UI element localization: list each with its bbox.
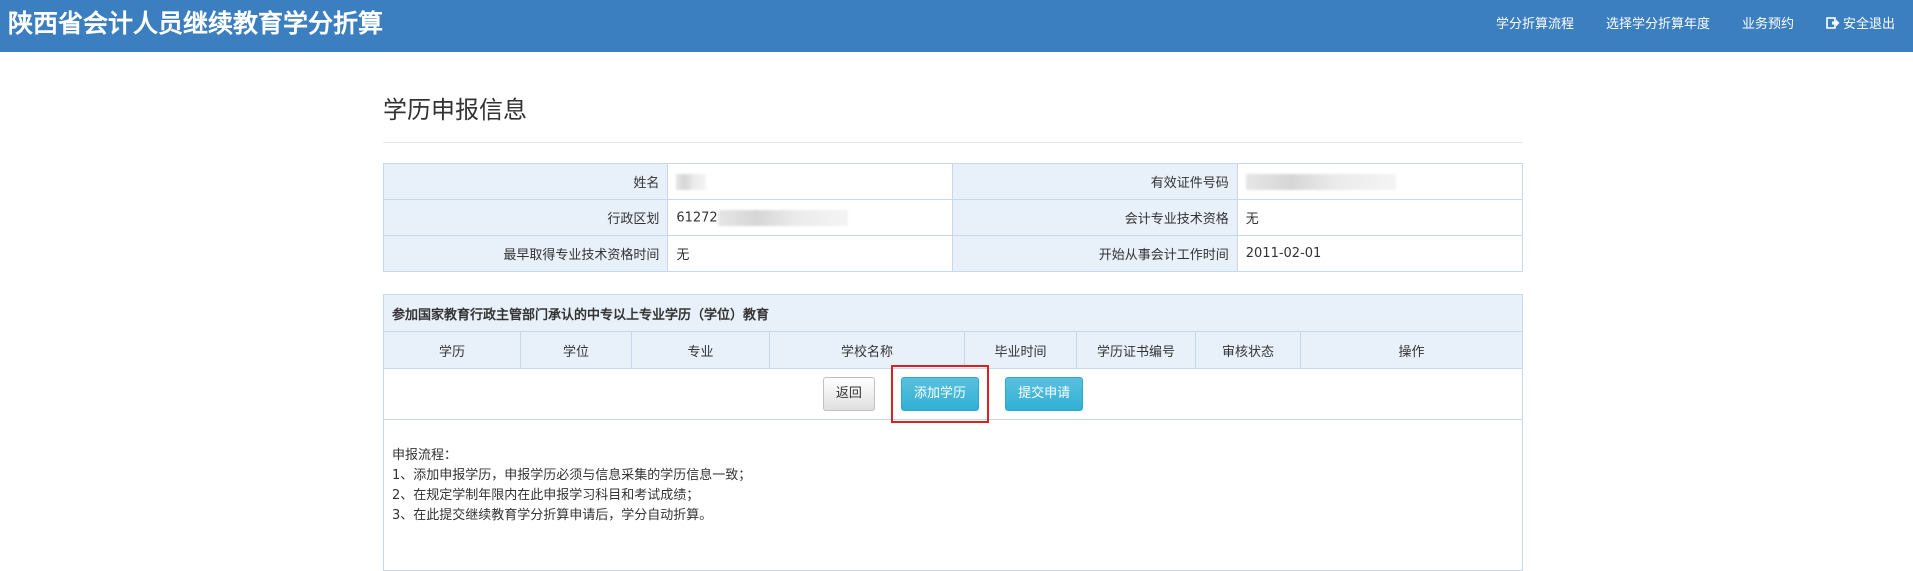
- id-number-value: [1236, 163, 1524, 200]
- button-row: 返回 添加学历 提交申请: [383, 365, 1523, 423]
- region-label: 行政区划: [382, 199, 669, 236]
- personal-info-table: 姓名 有效证件号码 行政区划 61272 会计专业技术资格 无 最早取得专业技术…: [382, 163, 1524, 272]
- region-code: 61272: [676, 210, 718, 225]
- top-navbar: 陕西省会计人员继续教育学分折算 学分折算流程 选择学分折算年度 业务预约 安全退…: [0, 0, 1913, 52]
- add-education-button[interactable]: 添加学历: [900, 377, 979, 411]
- submit-application-button[interactable]: 提交申请: [1005, 377, 1084, 411]
- col-graduation-time: 毕业时间: [964, 331, 1077, 369]
- earliest-qualification-time-label: 最早取得专业技术资格时间: [382, 235, 669, 272]
- earliest-qualification-time-value: 无: [667, 235, 954, 272]
- col-degree: 学位: [520, 331, 632, 369]
- education-table: 参加国家教育行政主管部门承认的中专以上专业学历（学位）教育 学历 学位 专业 学…: [383, 294, 1523, 571]
- back-button[interactable]: 返回: [822, 377, 875, 411]
- redacted-id-number: [1245, 173, 1396, 190]
- education-header-row: 学历 学位 专业 学校名称 毕业时间 学历证书编号 审核状态 操作: [383, 331, 1523, 369]
- start-work-time-label: 开始从事会计工作时间: [952, 235, 1238, 272]
- nav-select-year[interactable]: 选择学分折算年度: [1606, 13, 1710, 32]
- title-divider: [383, 142, 1523, 143]
- name-value: [667, 163, 954, 200]
- nav-links: 学分折算流程 选择学分折算年度 业务预约 安全退出: [1464, 0, 1895, 45]
- nav-credit-process[interactable]: 学分折算流程: [1496, 13, 1574, 32]
- col-major: 专业: [631, 331, 770, 369]
- qualification-label: 会计专业技术资格: [952, 199, 1238, 236]
- notes-step-1: 1、添加申报学历，申报学历必须与信息采集的学历信息一致；: [392, 468, 752, 483]
- info-row: 最早取得专业技术资格时间 无 开始从事会计工作时间 2011-02-01: [382, 235, 1524, 272]
- info-row: 行政区划 61272 会计专业技术资格 无: [382, 199, 1524, 236]
- id-number-label: 有效证件号码: [952, 163, 1238, 200]
- col-review-status: 审核状态: [1195, 331, 1301, 369]
- notes-step-3: 3、在此提交继续教育学分折算申请后，学分自动折算。: [392, 508, 713, 523]
- col-actions: 操作: [1300, 331, 1523, 369]
- app-title: 陕西省会计人员继续教育学分折算: [8, 9, 384, 38]
- col-degree-level: 学历: [383, 331, 521, 369]
- info-row: 姓名 有效证件号码: [382, 163, 1524, 200]
- region-value: 61272: [667, 199, 954, 236]
- education-caption: 参加国家教育行政主管部门承认的中专以上专业学历（学位）教育: [383, 294, 1523, 332]
- start-work-time-value: 2011-02-01: [1236, 235, 1524, 272]
- nav-appointment[interactable]: 业务预约: [1742, 13, 1794, 32]
- col-school-name: 学校名称: [769, 331, 965, 369]
- process-notes: 申报流程： 1、添加申报学历，申报学历必须与信息采集的学历信息一致； 2、在规定…: [383, 419, 1523, 571]
- logout-label: 安全退出: [1842, 17, 1895, 32]
- logout-icon: [1826, 16, 1840, 29]
- page-title: 学历申报信息: [383, 96, 527, 124]
- notes-step-2: 2、在规定学制年限内在此申报学习科目和考试成绩；: [392, 488, 700, 503]
- qualification-value: 无: [1236, 199, 1524, 236]
- redacted-name: [676, 173, 707, 190]
- notes-heading: 申报流程：: [392, 448, 458, 463]
- highlight-box: 添加学历: [890, 365, 989, 423]
- nav-logout[interactable]: 安全退出: [1826, 13, 1895, 32]
- redacted-region: [717, 209, 848, 226]
- name-label: 姓名: [382, 163, 669, 200]
- col-certificate-number: 学历证书编号: [1076, 331, 1196, 369]
